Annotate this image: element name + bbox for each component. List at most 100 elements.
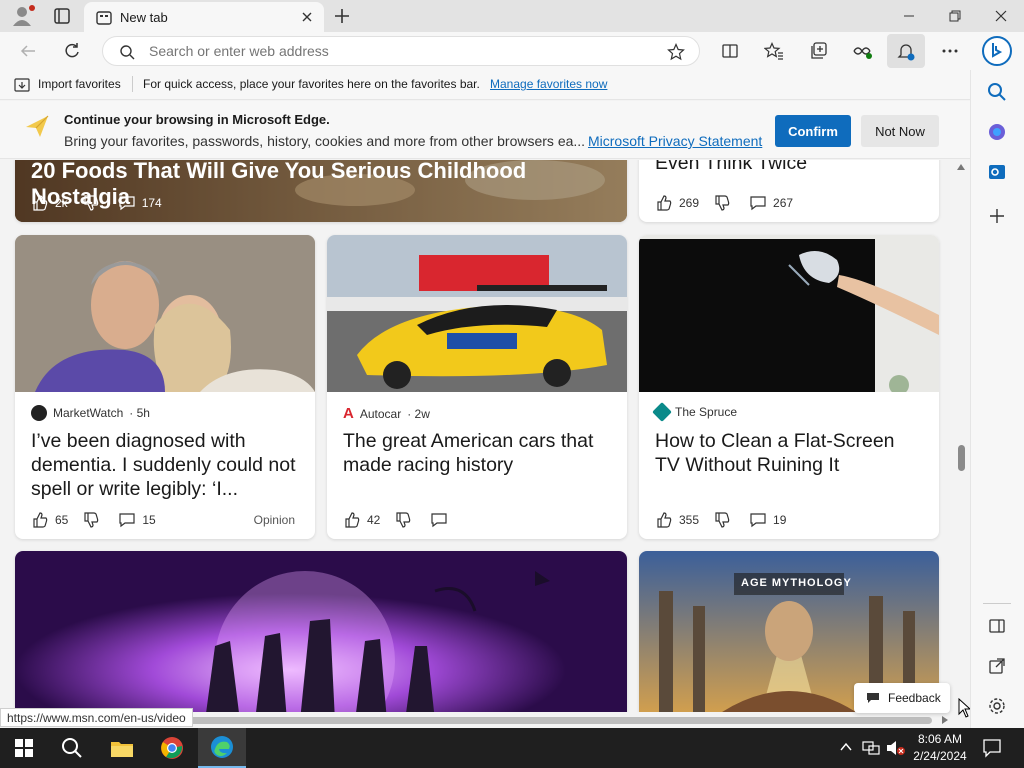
like-icon[interactable]: [31, 511, 49, 529]
import-favorites-button[interactable]: Import favorites: [38, 77, 121, 91]
card-source: MarketWatch · 5h: [31, 405, 150, 421]
card-stats: 2k 174: [31, 194, 162, 212]
sidebar-add-icon[interactable]: [985, 204, 1009, 228]
profile-icon[interactable]: [8, 4, 36, 28]
settings-more-icon[interactable]: [936, 37, 964, 65]
comment-icon[interactable]: [430, 511, 448, 529]
source-name: MarketWatch: [53, 406, 124, 420]
add-favorite-star-icon[interactable]: [667, 43, 685, 61]
favorites-hint: For quick access, place your favorites h…: [143, 77, 480, 91]
card-headline: Even Think Twice': [655, 160, 811, 174]
vertical-scrollbar[interactable]: [952, 160, 970, 712]
tab-actions-icon[interactable]: [48, 4, 76, 28]
feedback-label: Feedback: [888, 691, 941, 705]
feed-card[interactable]: A Autocar · 2w The great American cars t…: [327, 235, 627, 539]
news-feed: 20 Foods That Will Give You Serious Chil…: [0, 160, 952, 712]
feed-card[interactable]: The Spruce How to Clean a Flat-Screen TV…: [639, 235, 939, 539]
autocar-logo-icon: A: [343, 405, 354, 422]
banner-body: Bring your favorites, passwords, history…: [64, 133, 586, 149]
chrome-icon[interactable]: [152, 732, 192, 764]
close-tab-icon[interactable]: [298, 8, 316, 26]
sidebar-shopping-icon[interactable]: [985, 120, 1009, 144]
sidebar-settings-gear-icon[interactable]: [985, 694, 1009, 718]
race-car-photo: [327, 235, 627, 392]
not-now-button[interactable]: Not Now: [861, 115, 939, 147]
fantasy-heroes-image: [15, 551, 627, 712]
tab-strip: New tab: [0, 0, 1024, 32]
sidebar-search-icon[interactable]: [985, 80, 1009, 104]
opinion-tag: Opinion: [253, 513, 295, 527]
card-headline: The great American cars that made racing…: [343, 430, 594, 476]
clock-time[interactable]: 8:06 AM: [910, 732, 970, 746]
card-source: A Autocar · 2w: [343, 405, 430, 422]
copilot-icon[interactable]: [980, 34, 1014, 68]
comment-count: 19: [773, 513, 787, 527]
favorites-icon[interactable]: [760, 37, 788, 65]
feed-card[interactable]: MarketWatch · 5h I’ve been diagnosed wit…: [15, 235, 315, 539]
card-stats: 269 267: [655, 194, 793, 212]
bell-icon: [897, 44, 915, 61]
comment-count: 267: [773, 196, 794, 210]
manage-favorites-link[interactable]: Manage favorites now: [490, 77, 607, 91]
collections-icon[interactable]: [804, 37, 832, 65]
feed-card[interactable]: Even Think Twice' 269 267: [639, 160, 939, 222]
like-icon[interactable]: [343, 511, 361, 529]
privacy-statement-link[interactable]: Microsoft Privacy Statement: [588, 133, 762, 149]
source-name: Autocar: [359, 406, 402, 421]
edge-taskbar-icon[interactable]: [198, 728, 246, 768]
address-bar[interactable]: [102, 36, 700, 66]
extensions-icon[interactable]: [848, 37, 876, 65]
vertical-scroll-thumb[interactable]: [958, 445, 965, 471]
tray-chevron-up-icon[interactable]: [840, 742, 852, 752]
source-age: · 2w: [407, 406, 430, 421]
minimize-button[interactable]: [886, 2, 932, 30]
tab-new-tab[interactable]: New tab: [84, 2, 324, 32]
clock-date[interactable]: 2/24/2024: [910, 749, 970, 763]
refresh-icon[interactable]: [58, 37, 86, 65]
comment-icon[interactable]: [118, 511, 136, 529]
confirm-button[interactable]: Confirm: [775, 115, 851, 147]
close-window-button[interactable]: [978, 2, 1024, 30]
dislike-icon[interactable]: [713, 511, 731, 529]
card-stats: 42: [343, 511, 448, 529]
comment-icon[interactable]: [749, 194, 767, 212]
restore-button[interactable]: [932, 2, 978, 30]
status-url: https://www.msn.com/en-us/video: [0, 708, 193, 727]
start-button-icon[interactable]: [4, 732, 44, 764]
import-favorites-icon: [14, 78, 30, 92]
dislike-icon[interactable]: [82, 511, 100, 529]
like-icon[interactable]: [655, 511, 673, 529]
tv-cleaning-photo: [639, 235, 939, 392]
volume-muted-icon[interactable]: [886, 740, 906, 756]
favbar-divider: [132, 76, 133, 92]
sidebar-hide-icon[interactable]: [985, 614, 1009, 638]
dislike-icon[interactable]: [394, 511, 412, 529]
like-icon[interactable]: [31, 194, 49, 212]
sidebar-outlook-icon[interactable]: [985, 160, 1009, 184]
back-icon[interactable]: [14, 37, 42, 65]
like-icon[interactable]: [655, 194, 673, 212]
feedback-button[interactable]: Feedback: [854, 683, 950, 713]
dislike-icon[interactable]: [713, 194, 731, 212]
scroll-up-icon[interactable]: [957, 164, 965, 170]
couple-photo: [15, 235, 315, 392]
dislike-icon[interactable]: [82, 194, 100, 212]
game-logo-text: AGE MYTHOLOGY: [741, 577, 852, 589]
address-input[interactable]: [149, 43, 649, 59]
notification-center-icon[interactable]: [982, 738, 1002, 758]
tab-title: New tab: [120, 10, 168, 25]
paper-plane-icon: [26, 115, 49, 137]
taskbar-search-icon[interactable]: [52, 732, 92, 764]
file-explorer-icon[interactable]: [102, 732, 142, 764]
comment-icon[interactable]: [749, 511, 767, 529]
split-screen-icon[interactable]: [716, 37, 744, 65]
sidebar-external-link-icon[interactable]: [985, 654, 1009, 678]
network-icon[interactable]: [862, 740, 880, 756]
feed-card[interactable]: 20 Foods That Will Give You Serious Chil…: [15, 160, 627, 222]
edge-import-banner: Continue your browsing in Microsoft Edge…: [0, 101, 970, 159]
new-tab-button[interactable]: [330, 4, 354, 28]
notifications-button[interactable]: [887, 34, 925, 68]
feed-card-video[interactable]: [15, 551, 627, 712]
scroll-right-icon[interactable]: [942, 716, 948, 724]
comment-icon[interactable]: [118, 194, 136, 212]
